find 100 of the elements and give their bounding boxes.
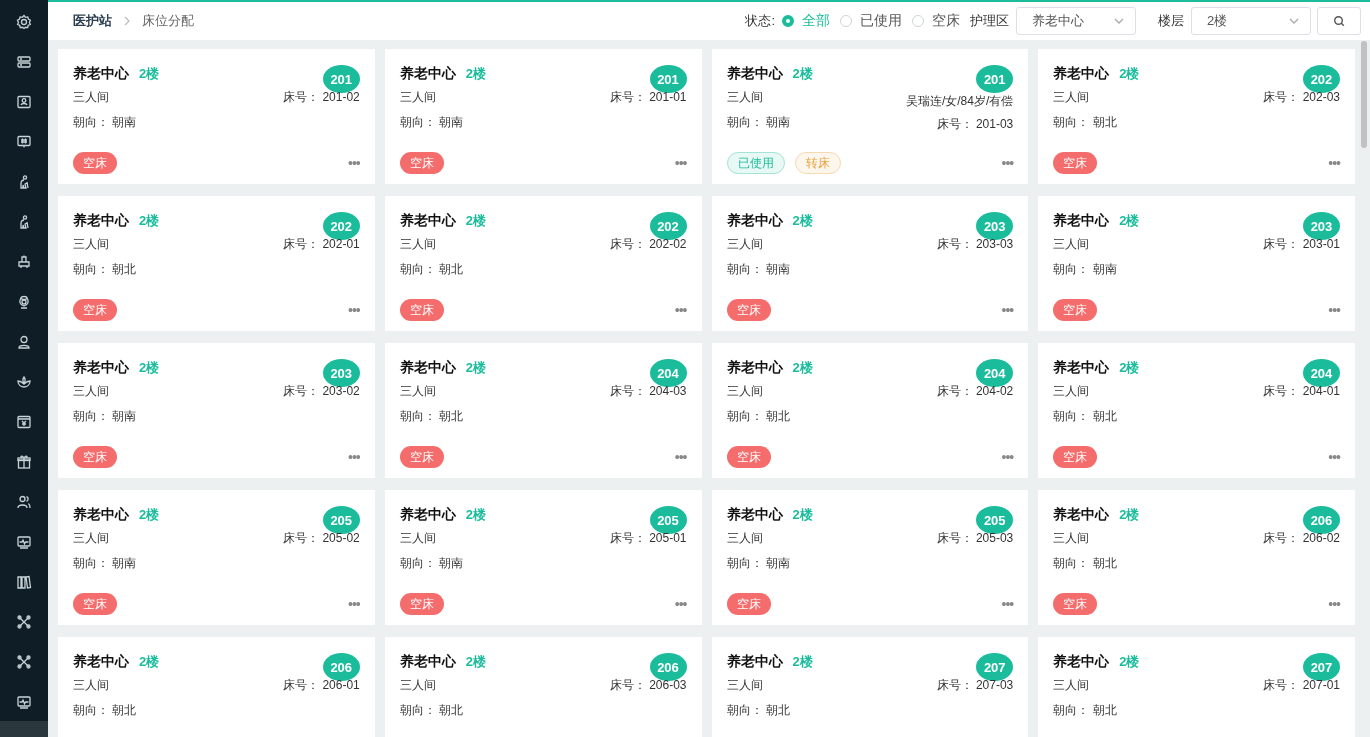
floor-label: 2楼	[465, 360, 486, 375]
more-button[interactable]: •••	[1328, 302, 1340, 318]
more-button[interactable]: •••	[348, 596, 360, 612]
status-label: 状态:	[745, 12, 775, 30]
center-name: 养老中心	[1053, 653, 1110, 669]
floor-label: 楼层	[1158, 12, 1184, 30]
bed-card[interactable]: 养老中心 2楼 203 三人间 朝向： 朝南 床号： 203-01 空床 •••	[1038, 196, 1355, 331]
more-button[interactable]: •••	[1328, 449, 1340, 465]
room-type: 三人间	[73, 677, 110, 694]
room-type: 三人间	[1053, 530, 1091, 547]
center-name: 养老中心	[1053, 212, 1110, 228]
more-button[interactable]: •••	[1001, 155, 1014, 171]
more-button[interactable]: •••	[1001, 596, 1014, 612]
more-button[interactable]: •••	[674, 155, 687, 171]
room-type: 三人间	[726, 89, 764, 106]
more-button[interactable]: •••	[674, 596, 687, 612]
room-type: 三人间	[1053, 236, 1091, 253]
bed-card[interactable]: 养老中心 2楼 206 三人间 朝向： 朝北 床号： 206-03	[384, 637, 702, 737]
room-type: 三人间	[726, 677, 764, 694]
floor-label: 2楼	[139, 66, 160, 81]
bed-card[interactable]: 养老中心 2楼 201 三人间 朝向： 朝南 吴瑞连/女/84岁/有偿 床号： 201-03 已使用 转床 •••	[711, 49, 1029, 184]
room-number-badge: 204	[1303, 359, 1340, 387]
orientation-text: 朝向： 朝南	[73, 114, 137, 131]
room-type: 三人间	[1053, 677, 1091, 694]
room-type: 三人间	[399, 677, 437, 694]
center-name: 养老中心	[73, 506, 129, 522]
status-tag: 空床	[73, 152, 117, 174]
bed-card[interactable]: 养老中心 2楼 202 三人间 朝向： 朝北 床号： 202-02 空床 •••	[384, 196, 702, 331]
bed-card[interactable]: 养老中心 2楼 205 三人间 朝向： 朝南 床号： 205-03 空床 •••	[711, 490, 1029, 625]
more-button[interactable]: •••	[1001, 449, 1014, 465]
bed-card[interactable]: 养老中心 2楼 201 三人间 朝向： 朝南 床号： 201-02 空床 •••	[58, 49, 375, 184]
bed-card[interactable]: 养老中心 2楼 202 三人间 朝向： 朝北 床号： 202-01 空床 •••	[58, 196, 375, 331]
room-type: 三人间	[399, 89, 437, 106]
more-button[interactable]: •••	[348, 302, 360, 318]
room-number-badge: 204	[649, 359, 687, 387]
more-button[interactable]: •••	[1328, 596, 1340, 612]
area-label: 护理区	[970, 12, 1009, 30]
orientation-text: 朝向： 朝南	[399, 114, 464, 131]
status-radio[interactable]: 已使用	[840, 12, 902, 30]
room-number-badge: 204	[976, 359, 1014, 387]
bed-card[interactable]: 养老中心 2楼 206 三人间 朝向： 朝北 床号： 206-02 空床 •••	[1038, 490, 1355, 625]
bed-card[interactable]: 养老中心 2楼 207 三人间 朝向： 朝北 床号： 207-01	[1038, 637, 1355, 737]
bed-card[interactable]: 养老中心 2楼 206 三人间 朝向： 朝北 床号： 206-01	[58, 637, 375, 737]
more-button[interactable]: •••	[674, 302, 687, 318]
scrollbar-thumb[interactable]	[1361, 41, 1367, 148]
bed-card[interactable]: 养老中心 2楼 204 三人间 朝向： 朝北 床号： 204-01 空床 •••	[1038, 343, 1355, 478]
status-tag: 空床	[1053, 446, 1098, 468]
floor-label: 2楼	[792, 654, 813, 669]
floor-label: 2楼	[792, 507, 813, 522]
orientation-text: 朝向： 朝北	[399, 408, 464, 425]
more-button[interactable]: •••	[348, 449, 360, 465]
more-button[interactable]: •••	[1001, 302, 1014, 318]
bed-card[interactable]: 养老中心 2楼 202 三人间 朝向： 朝北 床号： 202-03 空床 •••	[1038, 49, 1355, 184]
status-tag: 已使用	[726, 152, 785, 174]
room-number-badge: 205	[976, 506, 1014, 534]
center-name: 养老中心	[726, 65, 783, 81]
status-tag: 空床	[399, 299, 444, 321]
floor-label: 2楼	[139, 213, 160, 228]
floor-label: 2楼	[1119, 507, 1140, 522]
bed-card[interactable]: 养老中心 2楼 204 三人间 朝向： 朝北 床号： 204-03 空床 •••	[384, 343, 702, 478]
more-button[interactable]: •••	[348, 155, 360, 171]
floor-label: 2楼	[139, 654, 160, 669]
room-number-badge: 203	[322, 359, 360, 387]
floor-select[interactable]: 2楼	[1191, 7, 1311, 35]
room-number-badge: 202	[322, 212, 360, 240]
status-tag: 空床	[1053, 299, 1098, 321]
bed-card[interactable]: 养老中心 2楼 201 三人间 朝向： 朝南 床号： 201-01 空床 •••	[384, 49, 702, 184]
tools-icon[interactable]	[14, 612, 34, 632]
center-name: 养老中心	[399, 65, 456, 81]
bed-card[interactable]: 养老中心 2楼 205 三人间 朝向： 朝南 床号： 205-02 空床 •••	[58, 490, 375, 625]
floor-label: 2楼	[1119, 654, 1140, 669]
bed-card[interactable]: 养老中心 2楼 205 三人间 朝向： 朝南 床号： 205-01 空床 •••	[384, 490, 702, 625]
status-tag: 空床	[726, 299, 771, 321]
search-button[interactable]	[1317, 7, 1361, 35]
area-select[interactable]: 养老中心	[1016, 7, 1136, 35]
floor-label: 2楼	[139, 507, 160, 522]
more-button[interactable]: •••	[1328, 155, 1340, 171]
center-name: 养老中心	[399, 359, 456, 375]
room-number-badge: 207	[1303, 653, 1340, 681]
status-tag: 空床	[726, 593, 771, 615]
gear-icon[interactable]	[14, 12, 34, 32]
room-number-badge: 202	[649, 212, 687, 240]
room-number-badge: 206	[322, 653, 360, 681]
bed-card[interactable]: 养老中心 2楼 203 三人间 朝向： 朝南 床号： 203-03 空床 •••	[711, 196, 1029, 331]
gift-icon[interactable]	[14, 452, 34, 472]
center-name: 养老中心	[1053, 506, 1110, 522]
orientation-text: 朝向： 朝南	[73, 408, 137, 425]
breadcrumb-current: 床位分配	[142, 12, 194, 30]
status-radio[interactable]: 空床	[912, 12, 960, 30]
center-name: 养老中心	[726, 212, 783, 228]
orientation-text: 朝向： 朝北	[1053, 114, 1117, 131]
status-tag: 空床	[399, 152, 444, 174]
more-button[interactable]: •••	[674, 449, 687, 465]
room-number-badge: 201	[322, 65, 360, 93]
bed-card[interactable]: 养老中心 2楼 207 三人间 朝向： 朝北 床号： 207-03	[711, 637, 1029, 737]
room-type: 三人间	[399, 383, 437, 400]
tools-icon[interactable]	[14, 652, 34, 672]
bed-card[interactable]: 养老中心 2楼 203 三人间 朝向： 朝南 床号： 203-02 空床 •••	[58, 343, 375, 478]
breadcrumb-link[interactable]: 医护站	[73, 12, 112, 30]
bed-card[interactable]: 养老中心 2楼 204 三人间 朝向： 朝北 床号： 204-02 空床 •••	[711, 343, 1029, 478]
